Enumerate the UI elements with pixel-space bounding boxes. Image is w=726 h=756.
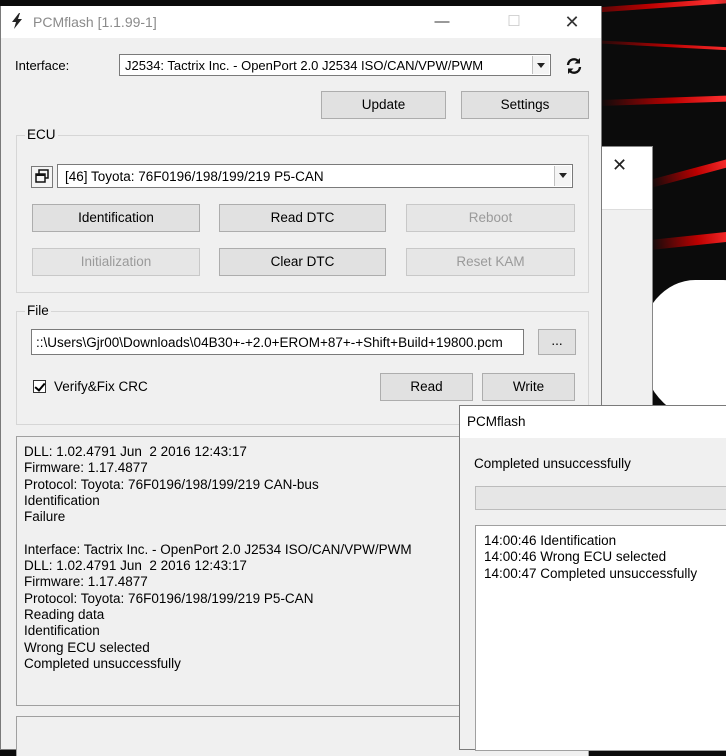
pcmflash-dialog: PCMflash Completed unsuccessfully 14:00:…: [459, 405, 726, 751]
interface-select[interactable]: J2534: Tactrix Inc. - OpenPort 2.0 J2534…: [119, 54, 551, 76]
verify-crc-label: Verify&Fix CRC: [54, 379, 148, 394]
read-dtc-button[interactable]: Read DTC: [219, 204, 386, 232]
ecu-select[interactable]: [46] Toyota: 76F0196/198/199/219 P5-CAN: [57, 164, 573, 188]
identification-button[interactable]: Identification: [32, 204, 200, 232]
background-dialog-close-button[interactable]: ✕: [612, 155, 627, 176]
title-bar: PCMflash [1.1.99-1] — ☐ ✕: [1, 6, 601, 38]
verify-crc-checkbox[interactable]: [33, 380, 46, 393]
maximize-button[interactable]: ☐: [491, 6, 537, 38]
chevron-down-icon[interactable]: [532, 56, 549, 74]
ecu-group-title: ECU: [25, 127, 58, 142]
background-dialog: ✕: [600, 146, 653, 448]
log-line: 14:00:47 Completed unsuccessfully: [484, 565, 698, 581]
dialog-title: PCMflash: [467, 414, 526, 429]
update-button[interactable]: Update: [321, 91, 446, 119]
reset-kam-button[interactable]: Reset KAM: [406, 248, 575, 276]
settings-button[interactable]: Settings: [461, 91, 589, 119]
log-line: 14:00:46 Identification: [484, 533, 617, 548]
dialog-log[interactable]: 14:00:46 Identification 14:00:46 Wrong EC…: [475, 525, 726, 751]
read-button[interactable]: Read: [380, 373, 473, 401]
file-path-field[interactable]: [32, 330, 523, 354]
file-path-input[interactable]: [31, 329, 524, 355]
interface-select-value: J2534: Tactrix Inc. - OpenPort 2.0 J2534…: [125, 58, 484, 73]
file-group-title: File: [25, 303, 51, 318]
dialog-log-lines: 14:00:46 Identification 14:00:46 Wrong EC…: [484, 533, 726, 582]
browse-button[interactable]: ...: [538, 329, 576, 355]
minimize-button[interactable]: —: [419, 6, 465, 38]
restore-window-icon[interactable]: [31, 166, 53, 188]
write-button[interactable]: Write: [482, 373, 575, 401]
refresh-icon[interactable]: [565, 57, 583, 75]
clear-dtc-button[interactable]: Clear DTC: [219, 248, 386, 276]
chevron-down-icon[interactable]: [554, 166, 571, 186]
reboot-button[interactable]: Reboot: [406, 204, 575, 232]
interface-label: Interface:: [15, 58, 70, 73]
window-title: PCMflash [1.1.99-1]: [33, 14, 157, 30]
dialog-title-bar: PCMflash: [460, 406, 726, 438]
ecu-select-value: [46] Toyota: 76F0196/198/199/219 P5-CAN: [65, 169, 324, 184]
close-button[interactable]: ✕: [549, 6, 595, 38]
progress-bar: [475, 486, 726, 510]
log-line: 14:00:46 Wrong ECU selected: [484, 549, 667, 565]
initialization-button[interactable]: Initialization: [32, 248, 200, 276]
lightning-icon: [12, 13, 22, 29]
dialog-status: Completed unsuccessfully: [474, 456, 631, 471]
